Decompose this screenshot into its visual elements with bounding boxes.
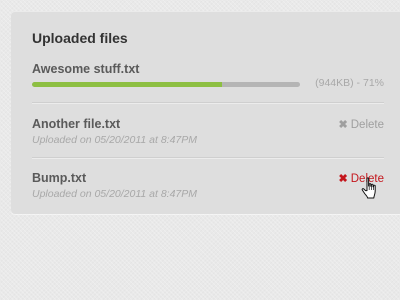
uploaded-files-panel: Uploaded files Awesome stuff.txt (944KB)… — [11, 11, 400, 214]
upload-progress-text: (944KB) - 71% — [315, 77, 384, 89]
divider — [32, 157, 384, 159]
close-icon: ✖ — [338, 173, 348, 185]
upload-progress-fill — [32, 82, 223, 87]
file-upload-date: Uploaded on 05/20/2011 at 8:47PM — [32, 188, 198, 200]
delete-button[interactable]: ✖ Delete — [338, 118, 384, 132]
close-icon: ✖ — [338, 119, 348, 131]
file-upload-date: Uploaded on 05/20/2011 at 8:47PM — [32, 134, 198, 146]
file-name: Awesome stuff.txt — [32, 62, 140, 76]
file-name: Another file.txt — [32, 117, 121, 131]
delete-label: Delete — [350, 118, 384, 131]
file-name: Bump.txt — [32, 171, 87, 185]
divider — [32, 102, 384, 104]
panel-title: Uploaded files — [32, 30, 128, 46]
upload-progress-bar — [32, 82, 300, 87]
file-row: Bump.txt Uploaded on 05/20/2011 at 8:47P… — [32, 171, 384, 203]
uploading-file-row: Awesome stuff.txt (944KB) - 71% — [32, 62, 384, 92]
hand-pointer-cursor-icon — [361, 177, 376, 199]
file-row: Another file.txt Uploaded on 05/20/2011 … — [32, 117, 384, 149]
